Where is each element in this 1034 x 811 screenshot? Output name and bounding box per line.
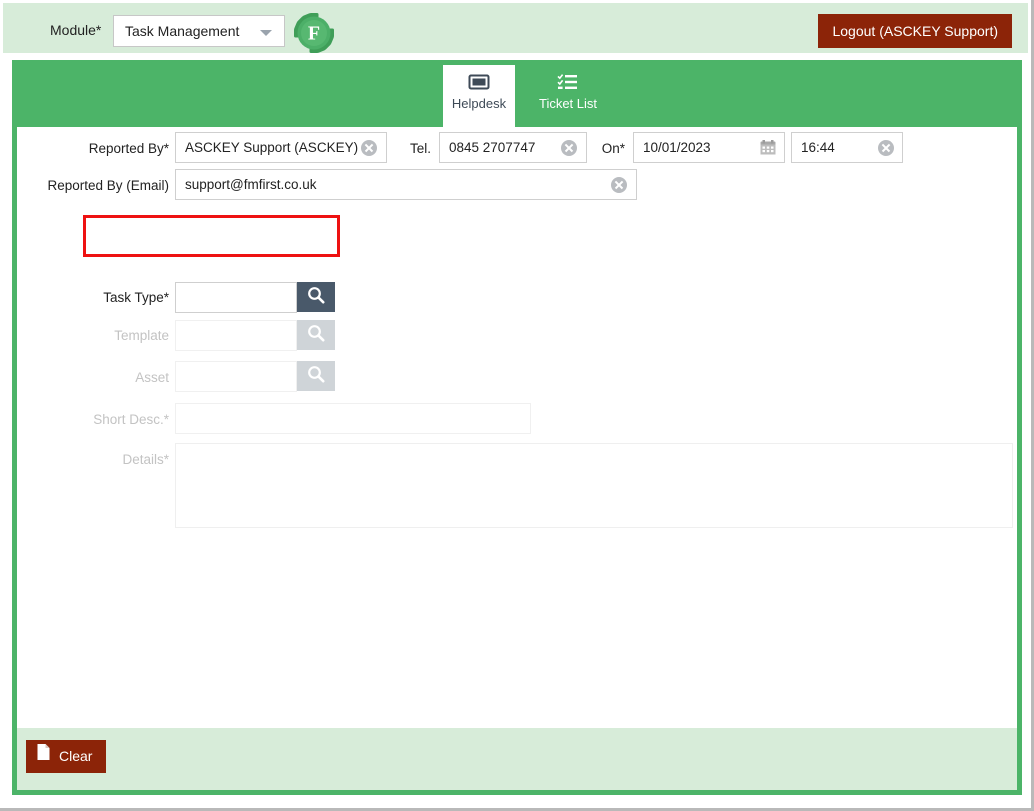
reported-by-label: Reported By*	[88, 141, 169, 156]
module-label: Module*	[50, 22, 102, 38]
module-select[interactable]: Task Management	[113, 15, 285, 47]
reported-by-input[interactable]: ASCKEY Support (ASCKEY)	[175, 132, 387, 163]
reported-by-email-label: Reported By (Email)	[47, 178, 169, 193]
module-select-value: Task Management	[125, 23, 240, 39]
tab-helpdesk[interactable]: Helpdesk	[443, 65, 515, 127]
reported-by-email-input[interactable]: support@fmfirst.co.uk	[175, 169, 637, 200]
on-time-clear-icon[interactable]	[878, 140, 894, 156]
template-search-button	[297, 320, 335, 350]
asset-input	[175, 361, 297, 392]
reported-by-email-clear-icon[interactable]	[611, 177, 627, 193]
tab-ticket-list[interactable]: Ticket List	[523, 65, 613, 127]
details-textarea	[175, 443, 1013, 528]
tab-ticket-list-label: Ticket List	[538, 96, 598, 111]
action-bar: Clear	[17, 728, 1017, 790]
reported-by-value: ASCKEY Support (ASCKEY)	[185, 140, 359, 155]
ticket-card-icon	[443, 73, 515, 93]
on-date-value: 10/01/2023	[643, 140, 711, 155]
tel-clear-icon[interactable]	[561, 140, 577, 156]
svg-text:F: F	[308, 23, 320, 45]
asset-label: Asset	[135, 370, 169, 385]
calendar-icon[interactable]	[760, 140, 776, 155]
on-label: On*	[601, 141, 625, 156]
template-label: Template	[114, 328, 169, 343]
tel-value: 0845 2707747	[449, 140, 536, 155]
short-desc-input	[175, 403, 531, 434]
on-time-value: 16:44	[801, 140, 835, 155]
template-input	[175, 320, 297, 351]
clear-button[interactable]: Clear	[26, 740, 107, 773]
asset-search-button	[297, 361, 335, 391]
short-desc-label: Short Desc.*	[93, 412, 169, 427]
logout-button[interactable]: Logout (ASCKEY Support)	[818, 14, 1012, 48]
search-icon	[307, 324, 325, 347]
main-panel: Helpdesk Ticket List Reported By* ASCKEY…	[12, 60, 1022, 795]
list-checklist-icon	[523, 73, 613, 93]
fm-first-gear-logo-icon: F	[293, 12, 335, 54]
module-bar: Module* Task Management F Logout (ASCKEY…	[3, 3, 1028, 53]
reported-by-clear-icon[interactable]	[361, 140, 377, 156]
page-document-icon	[36, 740, 51, 773]
clear-button-label: Clear	[59, 748, 93, 764]
task-type-search-button[interactable]	[297, 282, 335, 312]
task-type-input[interactable]	[175, 282, 297, 313]
tel-label: Tel.	[409, 141, 431, 156]
tab-strip: Helpdesk Ticket List	[17, 65, 1017, 127]
chevron-down-icon	[260, 30, 272, 36]
application-frame: Module* Task Management F Logout (ASCKEY…	[0, 0, 1034, 811]
search-icon	[307, 365, 325, 388]
search-icon	[307, 286, 325, 309]
task-type-label: Task Type*	[103, 290, 169, 305]
details-label: Details*	[122, 452, 169, 467]
helpdesk-form: Reported By* ASCKEY Support (ASCKEY) Tel…	[17, 127, 1017, 728]
tab-helpdesk-label: Helpdesk	[451, 96, 507, 111]
reported-by-email-value: support@fmfirst.co.uk	[185, 177, 317, 192]
